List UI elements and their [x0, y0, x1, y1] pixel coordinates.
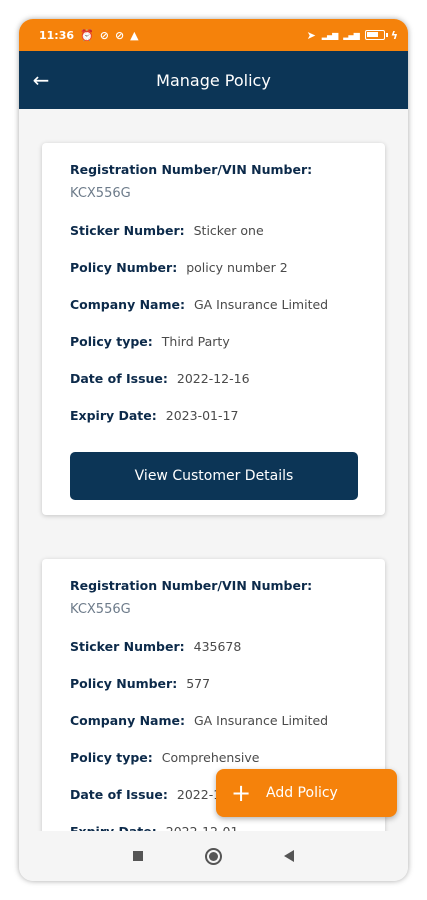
phone-screen: 11:36 ⏰ ⊘ ⊘ ▲ ➤ ▂▄▆ ▂▄▆ ϟ ← Manage Polic…: [19, 19, 408, 881]
sticker-value: Sticker one: [193, 223, 264, 238]
company-label: Company Name:: [70, 713, 185, 728]
no-disturb-icon: ⊘: [114, 28, 125, 42]
recent-apps-icon[interactable]: [133, 851, 143, 861]
signal-icon: ▂▄▆: [343, 30, 360, 40]
registration-label: Registration Number/VIN Number:: [70, 162, 313, 177]
policy-type-value: Comprehensive: [161, 750, 260, 765]
expiry-value: 2022-12-01: [166, 824, 239, 831]
battery-icon: [364, 30, 388, 40]
status-time: 11:36: [39, 28, 75, 42]
signal-icon: ▂▄▆: [321, 30, 339, 40]
policy-type-label: Policy type:: [70, 334, 153, 349]
policy-card: Registration Number/VIN Number: KCX556G …: [42, 143, 385, 515]
sticker-label: Sticker Number:: [70, 639, 185, 654]
policy-number-value: 577: [186, 676, 211, 691]
add-policy-button[interactable]: + Add Policy: [216, 769, 397, 817]
sticker-label: Sticker Number:: [70, 223, 185, 238]
registration-value: KCX556G: [70, 602, 131, 617]
arrow-left-icon[interactable]: ←: [19, 68, 63, 92]
expiry-label: Expiry Date:: [70, 408, 157, 423]
location-icon: ➤: [306, 28, 316, 42]
home-icon[interactable]: [205, 847, 222, 865]
policy-number-label: Policy Number:: [70, 260, 178, 275]
policy-number-label: Policy Number:: [70, 676, 178, 691]
policy-type-value: Third Party: [161, 334, 230, 349]
expiry-label: Expiry Date:: [70, 824, 157, 831]
registration-value: KCX556G: [70, 186, 131, 201]
plus-icon: +: [230, 779, 252, 807]
company-value: GA Insurance Limited: [193, 297, 329, 312]
policy-type-label: Policy type:: [70, 750, 153, 765]
system-nav-bar: [19, 831, 408, 881]
view-customer-details-button[interactable]: View Customer Details: [70, 452, 358, 500]
policy-number-value: policy number 2: [186, 260, 288, 275]
policy-list[interactable]: Registration Number/VIN Number: KCX556G …: [19, 109, 408, 831]
app-bar: ← Manage Policy: [19, 51, 408, 109]
date-issue-value: 2022-12-16: [176, 371, 250, 386]
alarm-icon: ⏰: [80, 28, 94, 42]
company-label: Company Name:: [70, 297, 185, 312]
charging-icon: ϟ: [390, 28, 398, 42]
date-issue-value: 2022-1: [176, 787, 222, 802]
add-policy-label: Add Policy: [266, 785, 338, 801]
date-issue-label: Date of Issue:: [70, 787, 168, 802]
company-value: GA Insurance Limited: [193, 713, 329, 728]
no-disturb-icon: ⊘: [99, 28, 109, 42]
warning-icon: ▲: [130, 28, 139, 42]
date-issue-label: Date of Issue:: [70, 371, 168, 386]
page-title: Manage Policy: [156, 70, 271, 90]
back-triangle-icon[interactable]: [284, 850, 294, 862]
expiry-value: 2023-01-17: [165, 408, 239, 423]
registration-label: Registration Number/VIN Number:: [70, 578, 313, 593]
sticker-value: 435678: [193, 639, 242, 654]
status-bar: 11:36 ⏰ ⊘ ⊘ ▲ ➤ ▂▄▆ ▂▄▆ ϟ: [19, 19, 408, 51]
